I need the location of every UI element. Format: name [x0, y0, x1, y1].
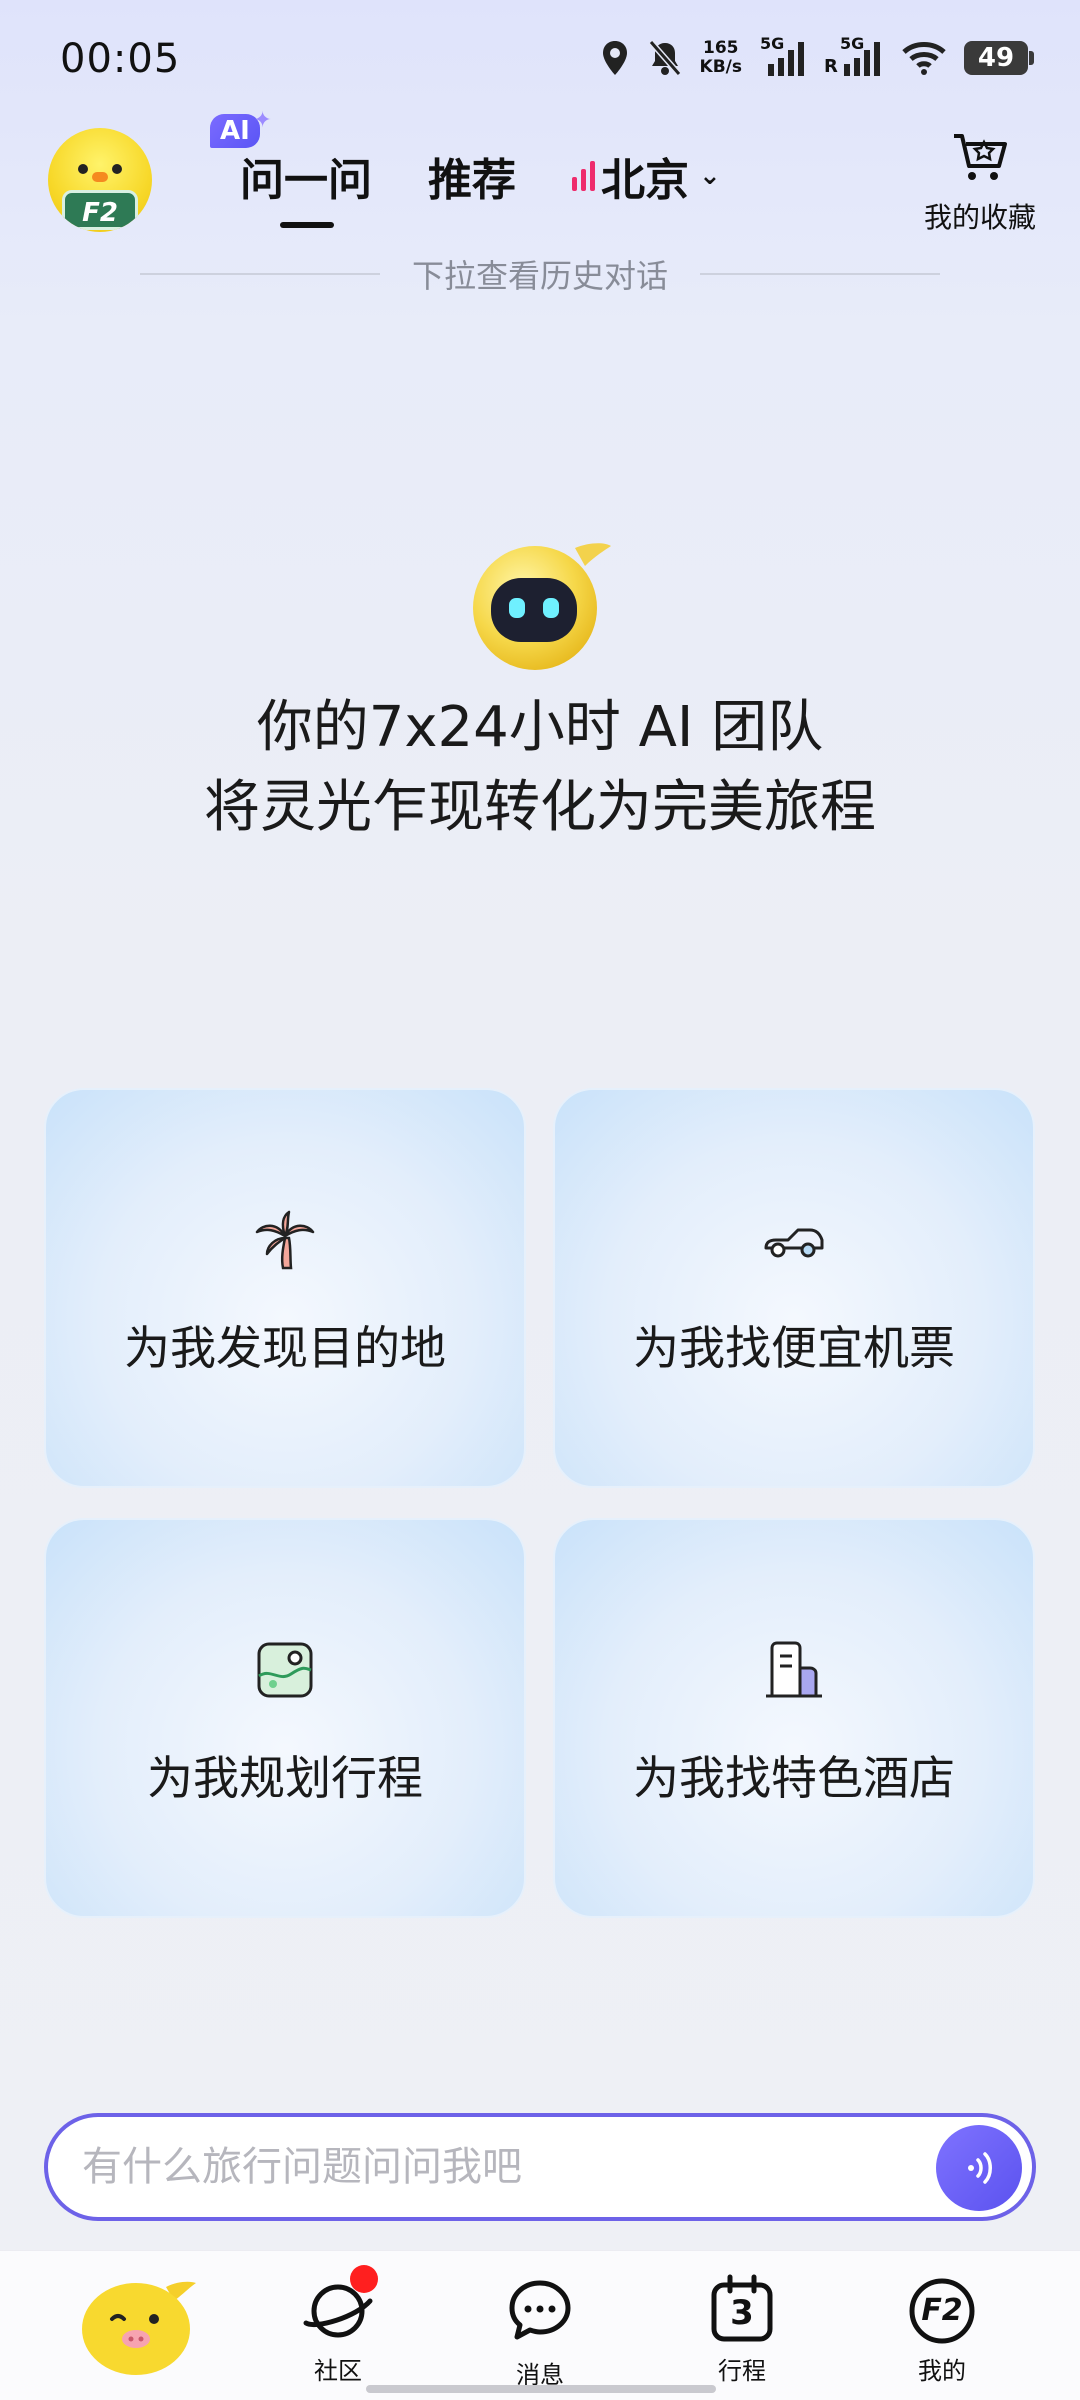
mute-icon	[648, 40, 681, 76]
favorites-button[interactable]: 我的收藏	[920, 128, 1040, 236]
notification-dot	[350, 2265, 378, 2293]
pig-mascot-icon	[82, 2281, 196, 2375]
robot-mascot-icon	[473, 543, 611, 670]
favorites-label: 我的收藏	[923, 201, 1036, 234]
sim2-signal: 5G R	[824, 34, 884, 78]
voice-wave-icon	[968, 2152, 992, 2184]
top-tabs: AI ✦ 问一问 推荐 北京 ⌄	[210, 108, 783, 228]
profile-badge-text: F2	[921, 2293, 963, 2328]
battery-indicator: 49	[964, 41, 1034, 75]
special-hotels-card[interactable]: 为我找特色酒店	[553, 1518, 1035, 1918]
wifi-icon	[902, 42, 946, 75]
cart-icon	[954, 134, 1007, 180]
tab-label: 问一问	[240, 155, 372, 206]
avatar-eye	[78, 164, 88, 174]
city-label: 北京	[601, 155, 689, 206]
headline: 你的7x24小时 AI 团队 将灵光乍现转化为完美旅程	[0, 688, 1080, 848]
nav-trips[interactable]: 3 行程	[682, 2271, 802, 2386]
trend-bars-icon	[572, 161, 595, 191]
avatar-badge: F2	[62, 190, 138, 230]
chat-bubble-icon	[509, 2280, 571, 2340]
nav-label: 行程	[718, 2357, 766, 2385]
headline-line-2: 将灵光乍现转化为完美旅程	[204, 775, 876, 840]
header: F2 AI ✦ 问一问 推荐 北京 ⌄ 我的收藏	[0, 108, 1080, 250]
home-indicator[interactable]	[366, 2385, 716, 2393]
plan-itinerary-card[interactable]: 为我规划行程	[44, 1518, 526, 1918]
avatar[interactable]: F2	[48, 128, 152, 232]
nav-profile[interactable]: F2 我的	[882, 2271, 1002, 2386]
divider	[700, 273, 940, 275]
pull-history-hint: 下拉查看历史对话	[0, 254, 1080, 295]
nav-community[interactable]: 社区	[278, 2265, 398, 2386]
card-label: 为我找特色酒店	[633, 1751, 955, 1805]
avatar-beak	[92, 172, 108, 182]
pull-hint-text: 下拉查看历史对话	[411, 257, 668, 295]
nav-label: 我的	[918, 2357, 966, 2385]
nav-home[interactable]	[78, 2269, 198, 2379]
sparkle-icon: ✦	[253, 108, 272, 133]
plane-icon	[764, 1228, 824, 1258]
tab-ask[interactable]: AI ✦ 问一问	[210, 108, 372, 228]
card-label: 为我规划行程	[147, 1751, 423, 1805]
chevron-down-icon: ⌄	[699, 161, 721, 191]
ask-input-bar	[44, 2113, 1036, 2221]
tab-label: 推荐	[428, 155, 516, 206]
divider	[139, 273, 380, 275]
voice-button[interactable]	[936, 2125, 1022, 2211]
nav-messages[interactable]: 消息	[480, 2271, 600, 2390]
hotel-icon	[766, 1641, 822, 1698]
headline-line-1: 你的7x24小时 AI 团队	[256, 695, 824, 760]
ai-badge: AI ✦	[210, 108, 272, 148]
tab-recommend[interactable]: 推荐	[428, 144, 516, 208]
location-icon	[602, 41, 627, 75]
bottom-nav: 社区 消息 3 行程 F2 我的	[0, 2250, 1080, 2400]
cheap-flights-card[interactable]: 为我找便宜机票	[553, 1088, 1035, 1488]
palm-tree-icon	[255, 1210, 315, 1270]
ask-input[interactable]	[82, 2144, 902, 2190]
avatar-eye	[112, 164, 122, 174]
discover-destination-card[interactable]: 为我发现目的地	[44, 1088, 526, 1488]
sim1-signal: 5G	[760, 34, 806, 78]
card-label: 为我发现目的地	[124, 1321, 446, 1375]
nav-label: 社区	[314, 2357, 362, 2385]
card-label: 为我找便宜机票	[633, 1321, 955, 1375]
calendar-day: 3	[730, 2293, 754, 2333]
network-speed: 165 KB/s	[699, 38, 742, 77]
status-bar: 00:05 165 KB/s 5G 5G R 49	[0, 0, 1080, 120]
map-icon	[257, 1642, 313, 1698]
status-time: 00:05	[60, 36, 181, 82]
status-icons: 165 KB/s 5G 5G R 49	[600, 34, 1034, 78]
tab-city-selector[interactable]: 北京 ⌄	[572, 144, 721, 208]
